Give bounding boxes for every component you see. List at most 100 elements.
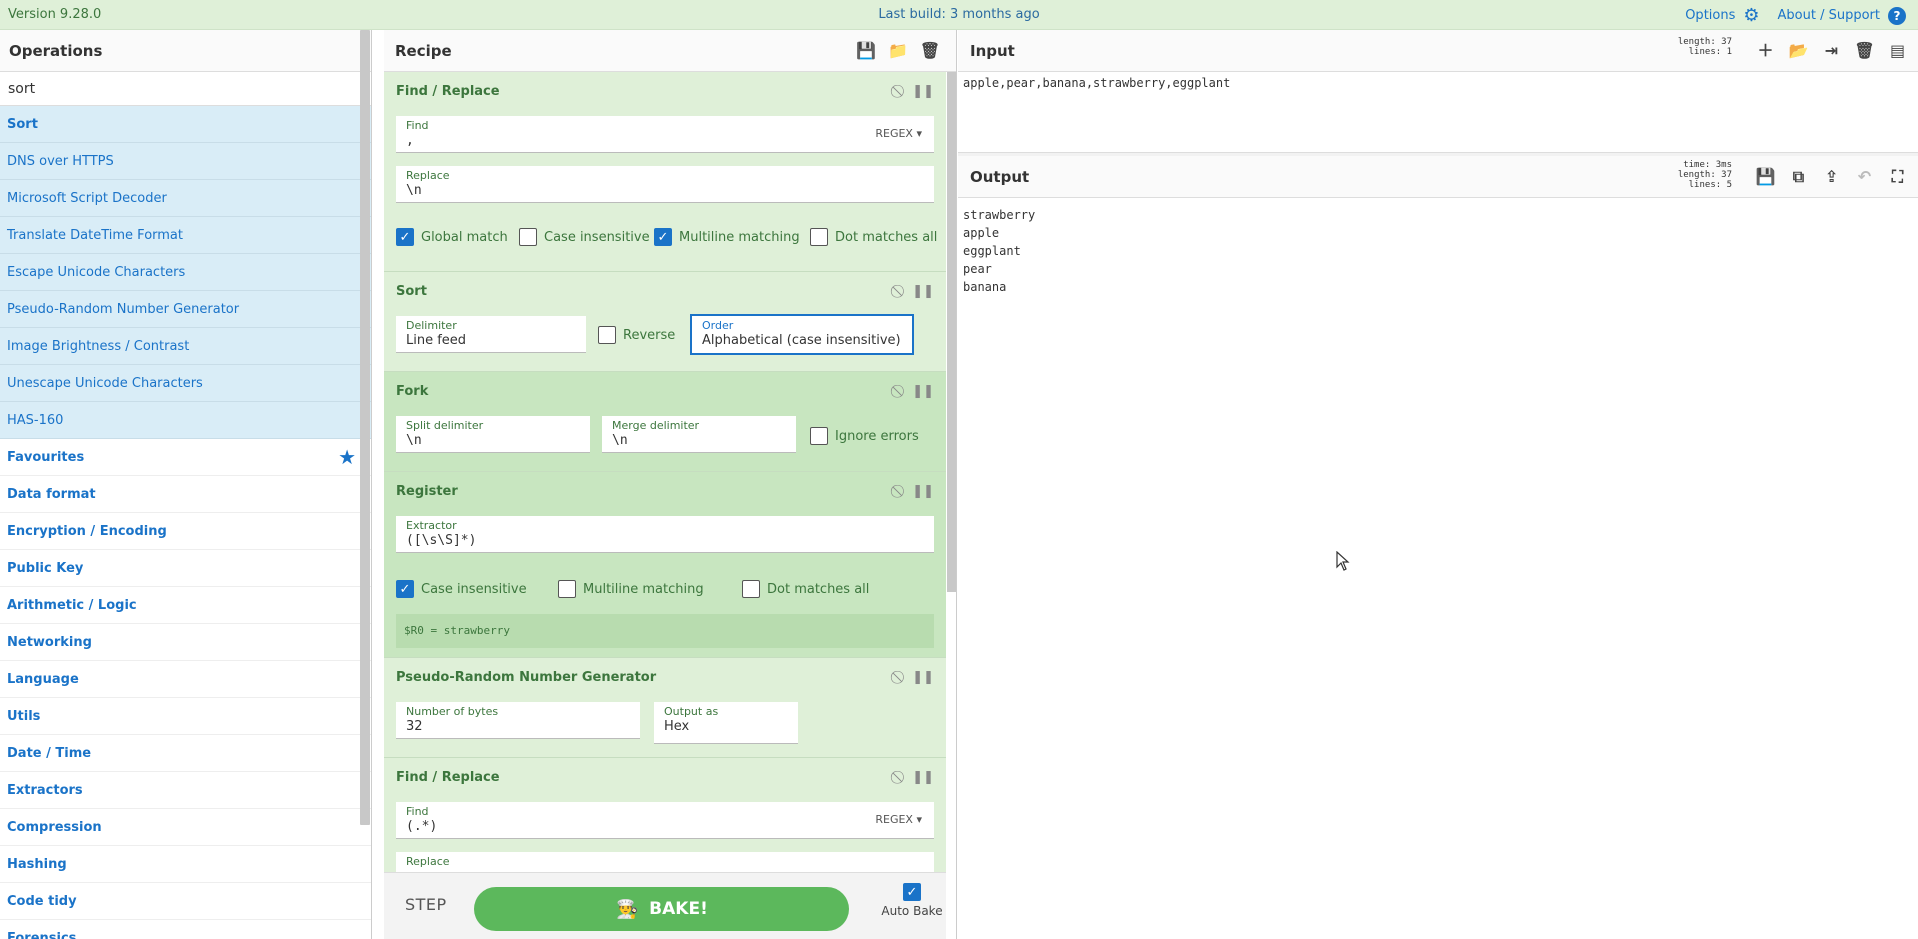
operation-item[interactable]: DNS over HTTPS — [0, 143, 371, 180]
category-item[interactable]: Extractors — [0, 772, 371, 809]
op-title: Find / Replace — [396, 84, 500, 99]
version-label[interactable]: Version 9.28.0 — [8, 7, 101, 22]
breakpoint-icon[interactable]: ❚❚ — [912, 670, 934, 685]
help-icon[interactable]: ? — [1888, 6, 1906, 25]
op-controls: ⃠❚❚ — [900, 284, 934, 299]
operation-item[interactable]: Unescape Unicode Characters — [0, 365, 371, 402]
register-dot-matches-all-checkbox[interactable]: Dot matches all — [742, 580, 869, 598]
checkmark-icon: ✓ — [396, 580, 414, 598]
category-item[interactable]: Encryption / Encoding — [0, 513, 371, 550]
case-insensitive-checkbox[interactable]: Case insensitive — [519, 228, 650, 246]
dot-matches-all-checkbox[interactable]: Dot matches all — [810, 228, 937, 246]
sort-delimiter-field[interactable]: Delimiter Line feed — [396, 316, 586, 353]
recipe-op-register: Register ⃠❚❚ Extractor ([\s\S]*) ✓ Case i… — [384, 472, 946, 658]
field-value: \n — [406, 433, 422, 448]
operations-title: Operations — [0, 30, 371, 72]
save-recipe-icon[interactable]: 💾 — [854, 30, 878, 72]
split-delimiter-field[interactable]: Split delimiter \n — [396, 416, 590, 453]
field-label: Split delimiter — [406, 419, 484, 432]
global-match-checkbox[interactable]: ✓ Global match — [396, 228, 508, 246]
copy-output-icon[interactable]: ⧉ — [1786, 156, 1811, 198]
category-item[interactable]: Code tidy — [0, 883, 371, 920]
checkbox-box — [519, 228, 537, 246]
reverse-checkbox[interactable]: Reverse — [598, 326, 675, 344]
recipe-header: Recipe 💾 📁 🗑 — [384, 30, 956, 72]
maximise-icon[interactable]: ⛶ — [1885, 156, 1910, 198]
breakpoint-icon[interactable]: ❚❚ — [912, 84, 934, 99]
operation-item[interactable]: HAS-160 — [0, 402, 371, 439]
clear-recipe-icon[interactable]: 🗑 — [918, 30, 942, 72]
category-favourites[interactable]: Favourites ★ — [0, 439, 371, 476]
category-item[interactable]: Forensics — [0, 920, 371, 939]
banner-links: Options ⚙ About / Support ? — [1685, 5, 1906, 26]
category-item[interactable]: Date / Time — [0, 735, 371, 772]
open-file-icon[interactable]: ⇥ — [1819, 30, 1844, 72]
field-label: Delimiter — [406, 319, 457, 332]
replace-field-2[interactable]: Replace — [396, 852, 934, 872]
operation-item[interactable]: Translate DateTime Format — [0, 217, 371, 254]
checkbox-label: Case insensitive — [544, 229, 650, 245]
field-value: , — [406, 133, 414, 148]
breakpoint-icon[interactable]: ❚❚ — [912, 484, 934, 499]
category-item[interactable]: Arithmetic / Logic — [0, 587, 371, 624]
layout-icon[interactable]: ▤ — [1885, 30, 1910, 72]
find-field[interactable]: Find , REGEX ▾ — [396, 116, 934, 153]
sort-order-select[interactable]: Order Alphabetical (case insensitive) — [690, 314, 914, 355]
recipe-list: Find / Replace ⃠❚❚ Find , REGEX ▾ Replac… — [384, 72, 946, 872]
operations-scrollbar[interactable] — [360, 30, 370, 825]
field-value: Alphabetical (case insensitive) — [702, 333, 901, 348]
merge-delimiter-field[interactable]: Merge delimiter \n — [602, 416, 796, 453]
field-value: Line feed — [406, 333, 467, 348]
register-multiline-checkbox[interactable]: Multiline matching — [558, 580, 704, 598]
replace-input-icon[interactable]: ⇪ — [1819, 156, 1844, 198]
category-item[interactable]: Hashing — [0, 846, 371, 883]
multiline-checkbox[interactable]: ✓ Multiline matching — [654, 228, 800, 246]
clear-input-icon[interactable]: 🗑 — [1852, 30, 1877, 72]
about-link[interactable]: About / Support — [1778, 8, 1880, 23]
register-case-insensitive-checkbox[interactable]: ✓ Case insensitive — [396, 580, 527, 598]
breakpoint-icon[interactable]: ❚❚ — [912, 384, 934, 399]
category-item[interactable]: Data format — [0, 476, 371, 513]
operation-item[interactable]: Pseudo-Random Number Generator — [0, 291, 371, 328]
operations-search-input[interactable] — [0, 72, 371, 106]
operation-item[interactable]: Sort — [0, 106, 371, 143]
operations-pane: Operations Sort DNS over HTTPS Microsoft… — [0, 30, 372, 939]
breakpoint-icon[interactable]: ❚❚ — [912, 284, 934, 299]
operation-item[interactable]: Image Brightness / Contrast — [0, 328, 371, 365]
load-recipe-icon[interactable]: 📁 — [886, 30, 910, 72]
gear-icon[interactable]: ⚙ — [1743, 5, 1759, 26]
category-item[interactable]: Language — [0, 661, 371, 698]
last-build-text[interactable]: Last build: 3 months ago — [878, 7, 1039, 22]
star-icon: ★ — [338, 445, 356, 469]
category-item[interactable]: Public Key — [0, 550, 371, 587]
replace-field[interactable]: Replace \n — [396, 166, 934, 203]
number-of-bytes-field[interactable]: Number of bytes 32 — [396, 702, 640, 739]
ignore-errors-checkbox[interactable]: Ignore errors — [810, 427, 919, 445]
output-text[interactable]: strawberry apple eggplant pear banana — [963, 206, 1035, 296]
find-mode-dropdown-2[interactable]: REGEX ▾ — [875, 813, 922, 826]
step-button[interactable]: STEP — [405, 895, 447, 914]
category-item[interactable]: Compression — [0, 809, 371, 846]
find-mode-dropdown[interactable]: REGEX ▾ — [875, 127, 922, 140]
category-item[interactable]: Utils — [0, 698, 371, 735]
operation-item[interactable]: Microsoft Script Decoder — [0, 180, 371, 217]
extractor-field[interactable]: Extractor ([\s\S]*) — [396, 516, 934, 553]
undo-icon[interactable]: ↶ — [1852, 156, 1877, 198]
chef-icon: 👨‍🍳 — [615, 898, 639, 920]
auto-bake-checkbox[interactable]: ✓ Auto Bake — [881, 883, 943, 918]
category-item[interactable]: Networking — [0, 624, 371, 661]
input-textarea[interactable]: apple,pear,banana,strawberry,eggplant — [963, 76, 1230, 90]
recipe-scrollbar[interactable] — [947, 72, 956, 592]
find-field-2[interactable]: Find (.*) REGEX ▾ — [396, 802, 934, 839]
breakpoint-icon[interactable]: ❚❚ — [912, 770, 934, 785]
add-tab-icon[interactable]: ＋ — [1753, 30, 1778, 72]
bake-button[interactable]: 👨‍🍳 BAKE! — [474, 887, 849, 931]
field-label: Extractor — [406, 519, 457, 532]
output-header: Output time: 3ms length: 37 lines: 5 💾 ⧉… — [958, 156, 1918, 198]
output-line: pear — [963, 262, 992, 276]
save-output-icon[interactable]: 💾 — [1753, 156, 1778, 198]
options-link[interactable]: Options — [1685, 8, 1735, 23]
open-folder-icon[interactable]: 📂 — [1786, 30, 1811, 72]
operation-item[interactable]: Escape Unicode Characters — [0, 254, 371, 291]
output-as-select[interactable]: Output as Hex — [654, 702, 798, 744]
